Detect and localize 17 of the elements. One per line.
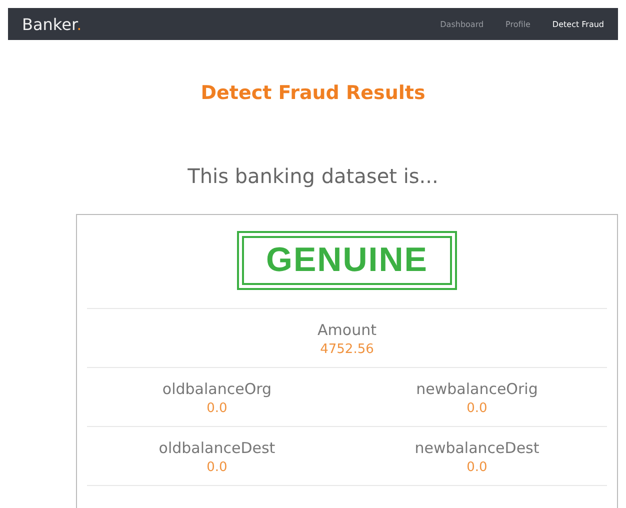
result-subtitle: This banking dataset is... xyxy=(188,164,438,188)
field-value: 0.0 xyxy=(206,460,228,476)
field-label: newbalanceDest xyxy=(414,439,540,458)
field-label: oldbalanceOrg xyxy=(162,380,272,398)
field-value: 4752.56 xyxy=(320,342,374,358)
nav-link[interactable]: Dashboard xyxy=(440,20,484,28)
brand-logo[interactable]: Banker. xyxy=(22,14,82,34)
nav-link[interactable]: Profile xyxy=(506,20,530,28)
field-value: 0.0 xyxy=(466,460,488,476)
field-label: Amount xyxy=(318,321,376,340)
page-title: Detect Fraud Results xyxy=(200,82,426,104)
result-stamp: GENUINE xyxy=(237,231,457,290)
field-value: 0.0 xyxy=(466,401,488,416)
field-label: oldbalanceDest xyxy=(158,439,276,458)
field-value: 0.0 xyxy=(206,401,228,416)
field-label: newbalanceOrig xyxy=(416,380,538,398)
nav-link[interactable]: Detect Fraud xyxy=(552,20,604,28)
